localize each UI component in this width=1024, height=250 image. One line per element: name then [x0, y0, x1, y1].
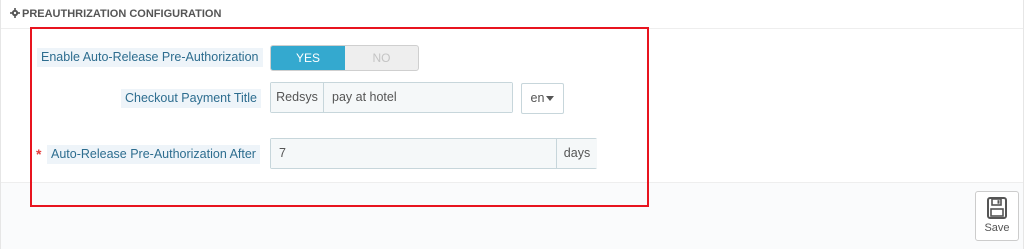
checkout-title-label: Checkout Payment Title [121, 89, 262, 108]
checkout-title-group: Redsys pay at hotel [270, 82, 513, 113]
floppy-disk-icon [987, 197, 1007, 224]
release-after-input[interactable]: 7 [271, 139, 555, 168]
auto-release-switch[interactable]: YES NO [270, 45, 419, 71]
save-button[interactable]: Save [975, 191, 1019, 241]
required-marker: * [36, 146, 42, 162]
checkout-title-input[interactable]: pay at hotel [324, 83, 512, 112]
switch-no-option[interactable]: NO [345, 46, 418, 70]
config-panel: PREAUTHRIZATION CONFIGURATION Enable Aut… [0, 0, 1024, 249]
checkout-title-prefix: Redsys [271, 83, 324, 112]
auto-release-label: Enable Auto-Release Pre-Authorization [37, 48, 263, 67]
gear-icon [10, 8, 20, 18]
language-value: en [530, 91, 545, 105]
save-label: Save [984, 222, 1010, 234]
panel-footer [1, 182, 1023, 249]
release-after-suffix: days [556, 139, 597, 168]
release-after-group: 7 days [270, 138, 597, 169]
release-after-label: Auto-Release Pre-Authorization After [47, 145, 260, 164]
caret-down-icon [546, 96, 555, 102]
panel-heading: PREAUTHRIZATION CONFIGURATION [1, 0, 1023, 29]
language-dropdown[interactable]: en [521, 83, 564, 114]
switch-yes-option[interactable]: YES [271, 46, 345, 70]
panel-title: PREAUTHRIZATION CONFIGURATION [22, 8, 222, 20]
